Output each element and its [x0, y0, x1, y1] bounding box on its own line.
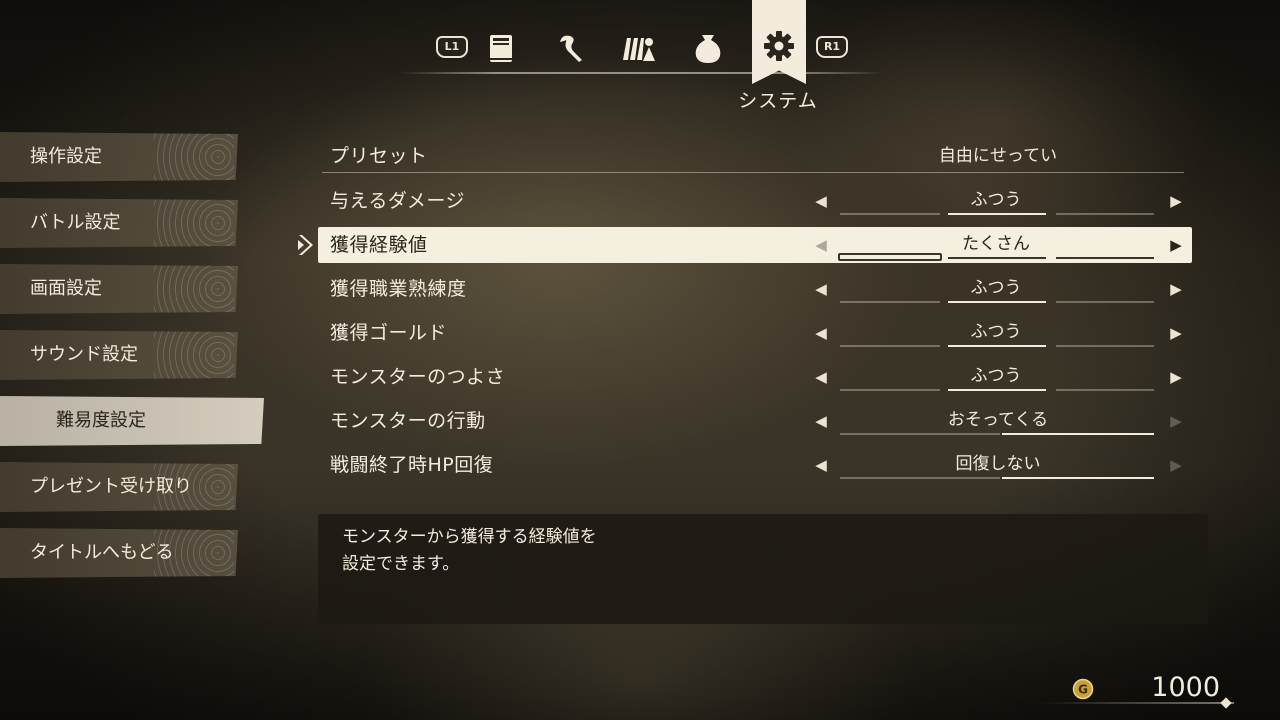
- skill-icon[interactable]: [552, 30, 588, 66]
- preset-label: プリセット: [330, 145, 428, 167]
- setting-row-monster-strength[interactable]: モンスターのつよさ ◀ ふつう ▶: [318, 359, 1192, 395]
- setting-row-hp-recovery[interactable]: 戦闘終了時HP回復 ◀ 回復しない ▶: [318, 447, 1192, 483]
- description-panel: モンスターから獲得する経験値を 設定できます。: [318, 514, 1208, 624]
- sidebar-ornament: [154, 330, 234, 380]
- setting-row-gold[interactable]: 獲得ゴールド ◀ ふつう ▶: [318, 315, 1192, 351]
- setting-label: 獲得経験値: [330, 234, 428, 256]
- sidebar-item-display[interactable]: 画面設定: [0, 264, 238, 314]
- selection-cursor-icon: [298, 235, 313, 255]
- level-segment: [840, 345, 940, 347]
- sidebar-item-presents[interactable]: プレゼント受け取り: [0, 462, 238, 512]
- gold-amount: 1000: [1151, 672, 1220, 703]
- sidebar-item-title[interactable]: タイトルへもどる: [0, 528, 238, 578]
- party-icon[interactable]: [620, 30, 656, 66]
- sidebar-item-sound[interactable]: サウンド設定: [0, 330, 238, 380]
- sidebar-item-label: バトル設定: [30, 212, 121, 233]
- tab-bar-line: [400, 72, 884, 74]
- level-segment: [1056, 389, 1154, 391]
- sidebar-ornament: [154, 462, 234, 512]
- preset-row[interactable]: プリセット 自由にせってい: [318, 138, 1192, 174]
- right-arrow-icon[interactable]: ▶: [1167, 271, 1185, 307]
- level-segment: [840, 213, 940, 215]
- level-segment: [840, 389, 940, 391]
- sidebar-item-label: タイトルへもどる: [30, 542, 174, 563]
- level-segment: [1056, 213, 1154, 215]
- right-arrow-icon[interactable]: ▶: [1167, 403, 1185, 439]
- gold-coin-icon: G: [1072, 678, 1094, 700]
- preset-divider: [322, 172, 1184, 173]
- setting-label: モンスターのつよさ: [330, 366, 506, 388]
- setting-value: 回復しない: [955, 454, 1041, 474]
- setting-label: 獲得ゴールド: [330, 322, 448, 344]
- level-segment: [1056, 345, 1154, 347]
- left-arrow-icon[interactable]: ◀: [812, 271, 830, 307]
- right-arrow-icon[interactable]: ▶: [1167, 447, 1185, 483]
- setting-label: 獲得職業熟練度: [330, 278, 467, 300]
- setting-value: ふつう: [970, 366, 1022, 386]
- sidebar-item-controls[interactable]: 操作設定: [0, 132, 238, 182]
- setting-row-exp[interactable]: 獲得経験値 ◀ たくさん ▶: [318, 227, 1192, 263]
- sidebar-item-label: 操作設定: [30, 146, 102, 167]
- sidebar-item-label: 難易度設定: [56, 410, 146, 431]
- left-arrow-icon[interactable]: ◀: [812, 447, 830, 483]
- setting-row-damage[interactable]: 与えるダメージ ◀ ふつう ▶: [318, 183, 1192, 219]
- sidebar-ornament: [154, 264, 234, 314]
- level-segment: [838, 253, 942, 261]
- description-text: モンスターから獲得する経験値を 設定できます。: [342, 527, 597, 574]
- sidebar-item-difficulty[interactable]: 難易度設定: [0, 396, 264, 446]
- setting-value: たくさん: [962, 234, 1030, 254]
- right-arrow-icon[interactable]: ▶: [1167, 359, 1185, 395]
- left-arrow-icon[interactable]: ◀: [812, 359, 830, 395]
- right-arrow-icon[interactable]: ▶: [1167, 315, 1185, 351]
- sidebar-ornament: [154, 198, 234, 248]
- sidebar-ornament: [154, 132, 234, 182]
- book-icon[interactable]: [484, 30, 520, 66]
- svg-text:G: G: [1078, 683, 1088, 697]
- setting-label: 与えるダメージ: [330, 190, 465, 212]
- bag-icon[interactable]: [690, 30, 726, 66]
- l1-button[interactable]: L1: [436, 36, 468, 58]
- right-arrow-icon[interactable]: ▶: [1167, 227, 1185, 263]
- left-arrow-icon[interactable]: ◀: [812, 315, 830, 351]
- sidebar-item-label: 画面設定: [30, 278, 102, 299]
- left-arrow-icon[interactable]: ◀: [812, 403, 830, 439]
- active-tab-label: システム: [738, 90, 818, 112]
- sidebar-item-battle[interactable]: バトル設定: [0, 198, 238, 248]
- setting-value: ふつう: [970, 278, 1022, 298]
- preset-value: 自由にせってい: [938, 146, 1058, 166]
- setting-row-monster-behavior[interactable]: モンスターの行動 ◀ おそってくる ▶: [318, 403, 1192, 439]
- level-segment: [840, 301, 940, 303]
- right-arrow-icon[interactable]: ▶: [1167, 183, 1185, 219]
- r1-button[interactable]: R1: [816, 36, 848, 58]
- gear-icon[interactable]: [761, 28, 797, 64]
- setting-label: 戦闘終了時HP回復: [330, 454, 494, 476]
- level-segment-active: [1056, 257, 1154, 259]
- left-arrow-icon[interactable]: ◀: [812, 183, 830, 219]
- sidebar-item-label: サウンド設定: [30, 344, 138, 365]
- setting-value: ふつう: [970, 322, 1022, 342]
- setting-value: おそってくる: [947, 410, 1049, 430]
- setting-value: ふつう: [970, 190, 1022, 210]
- gold-underline: [1040, 702, 1234, 704]
- sidebar-ornament: [154, 528, 234, 578]
- setting-row-job-exp[interactable]: 獲得職業熟練度 ◀ ふつう ▶: [318, 271, 1192, 307]
- setting-label: モンスターの行動: [330, 410, 486, 432]
- left-arrow-icon[interactable]: ◀: [812, 227, 830, 263]
- level-segment: [1056, 301, 1154, 303]
